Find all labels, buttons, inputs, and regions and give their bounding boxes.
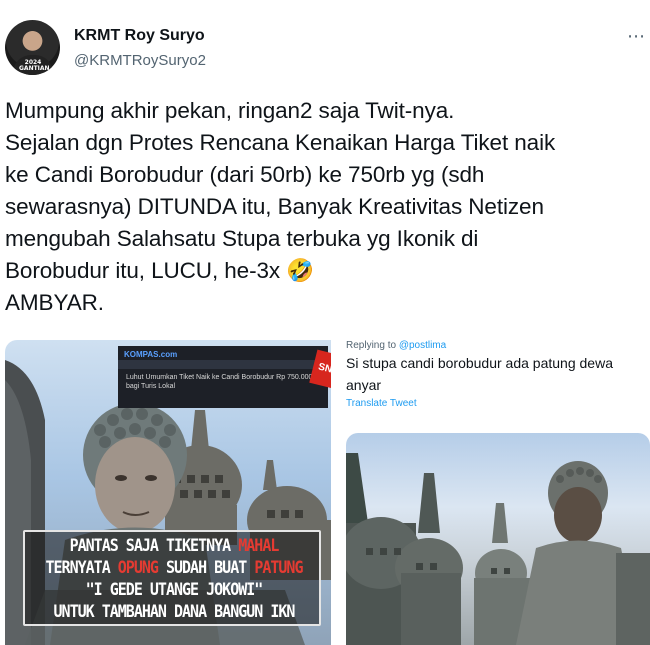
news-headline: Luhut Umumkan Tiket Naik ke Candi Borobu… [126,374,313,390]
caption-line-4: UNTUK TAMBAHAN DANA BANGUN IKN [53,600,296,622]
more-options-icon[interactable]: ⋯ [627,26,646,47]
author-name[interactable]: KRMT Roy Suryo [74,27,205,45]
reply-handle-link[interactable]: @postlima [399,340,446,351]
caption-line-3: "I GEDE UTANGE JOKOWI" [85,578,264,600]
media-image-right[interactable]: Replying to @postlima Si stupa candi bor… [337,340,650,645]
caption-line-2-mid: SUDAH BUAT [157,556,255,578]
caption-line-1: PANTAS SAJA TIKETNYA MAHAL [25,535,323,556]
translate-tweet-link[interactable]: Translate Tweet [346,398,417,409]
tweet-text: Mumpung akhir pekan, ringan2 saja Twit-n… [5,98,556,315]
caption-line-2-red-b: PATUNG [254,556,303,578]
avatar[interactable]: 2024 GANTIAN [5,20,60,75]
caption-line-1-text: PANTAS SAJA TIKETNYA [69,534,239,556]
tweet-header: 2024 GANTIAN KRMT Roy Suryo @KRMTRoySury… [0,0,650,90]
caption-line-2-red-a: OPUNG [117,556,159,578]
news-nav-bar [118,360,328,369]
caption-line-2: TERNYATA OPUNG SUDAH BUAT PATUNG [25,557,323,578]
news-screenshot: KOMPAS.com Luhut Umumkan Tiket Naik ke C… [118,346,328,408]
reply-context: Replying to @postlima [346,340,446,351]
meme-caption: PANTAS SAJA TIKETNYA MAHAL TERNYATA OPUN… [23,530,321,626]
news-logo: KOMPAS.com [124,350,178,359]
quoted-tweet-text: Si stupa candi borobudur ada patung dewa… [346,355,613,393]
avatar-badge: 2024 GANTIAN [19,59,50,72]
statue-photo [346,433,650,645]
caption-line-1-red: MAHAL [238,534,279,556]
author-handle[interactable]: @KRMTRoySuryo2 [74,52,206,69]
reply-prefix: Replying to [346,340,399,351]
caption-line-2-text: TERNYATA [45,556,118,578]
media-image-left[interactable]: KOMPAS.com Luhut Umumkan Tiket Naik ke C… [5,340,331,645]
stupa-photo-illustration [346,453,650,645]
tweet-media[interactable]: KOMPAS.com Luhut Umumkan Tiket Naik ke C… [5,340,650,645]
